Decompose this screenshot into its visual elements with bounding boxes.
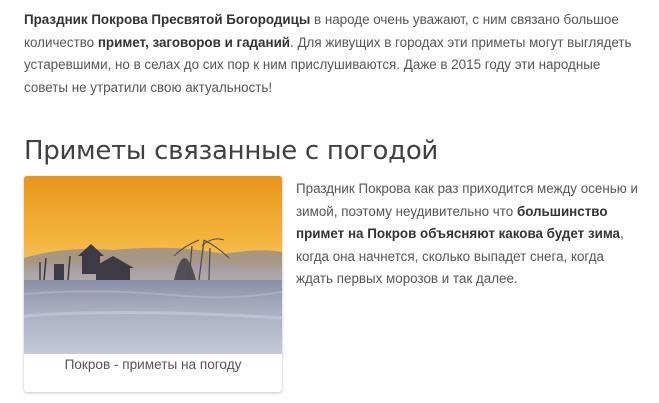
intro-strong-holiday: Праздник Покрова Пресвятой Богородицы <box>24 12 311 27</box>
image-card[interactable]: Покров - приметы на погоду <box>24 176 282 392</box>
intro-paragraph: Праздник Покрова Пресвятой Богородицы в … <box>24 9 636 99</box>
image-caption: Покров - приметы на погоду <box>64 357 242 372</box>
intro-strong-omens: примет, заговоров и гаданий <box>97 34 291 50</box>
section-heading: Приметы связанные с погодой <box>24 136 439 166</box>
winter-sunrise-village-image[interactable] <box>24 176 282 354</box>
weather-paragraph: Праздник Покрова как раз приходится межд… <box>296 178 641 291</box>
